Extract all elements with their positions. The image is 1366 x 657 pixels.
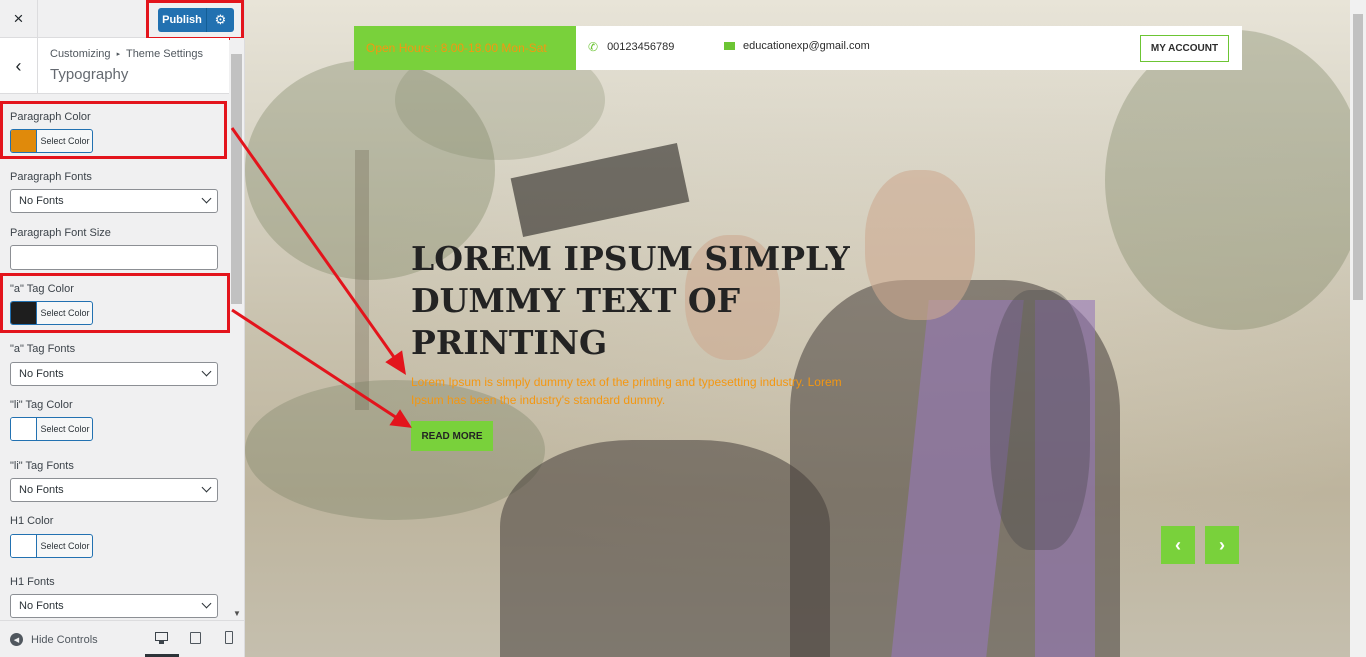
scroll-down-arrow-icon[interactable]: ▼ xyxy=(233,609,241,618)
chevron-down-icon xyxy=(201,193,212,204)
breadcrumb-root: Customizing xyxy=(50,48,111,60)
chevron-down-icon xyxy=(201,366,212,377)
slider-next-button[interactable]: › xyxy=(1205,526,1239,564)
h1-fonts-value: No Fonts xyxy=(19,600,64,612)
customizer-sidebar: × Publish ⚙ ‹ Customizing ▸ Theme Settin… xyxy=(0,0,245,657)
h1-color-label: H1 Color xyxy=(10,515,54,527)
li-tag-color-picker[interactable]: Select Color xyxy=(10,417,93,441)
breadcrumb: Customizing ▸ Theme Settings xyxy=(50,48,203,60)
hero-paragraph: Lorem Ipsum is simply dummy text of the … xyxy=(411,375,842,407)
paragraph-color-annotation-box xyxy=(0,101,227,159)
customizer-footer: ◀ Hide Controls xyxy=(0,620,244,657)
phone-icon: ✆ xyxy=(588,40,599,54)
preview-scroll-thumb[interactable] xyxy=(1353,14,1363,300)
top-info-bar: Open Hours : 8.00-18.00 Mon-Sat ✆ 001234… xyxy=(354,26,1242,70)
h1-fonts-select[interactable]: No Fonts xyxy=(10,594,218,618)
back-button[interactable]: ‹ xyxy=(0,38,38,94)
paragraph-font-size-input[interactable] xyxy=(10,245,218,270)
publish-annotation-box: Publish ⚙ xyxy=(146,0,244,40)
chevron-down-icon xyxy=(201,598,212,609)
sidebar-scroll-thumb[interactable] xyxy=(231,54,242,304)
h1-fonts-label: H1 Fonts xyxy=(10,576,55,588)
paragraph-fonts-label: Paragraph Fonts xyxy=(10,171,92,183)
li-tag-color-swatch xyxy=(11,418,37,440)
a-tag-color-annotation-box xyxy=(0,273,230,333)
hide-controls-label: Hide Controls xyxy=(31,633,98,646)
paragraph-fonts-value: No Fonts xyxy=(19,195,64,207)
li-tag-fonts-select[interactable]: No Fonts xyxy=(10,478,218,502)
a-tag-fonts-value: No Fonts xyxy=(19,368,64,380)
select-color-label: Select Color xyxy=(40,424,90,434)
hero-title: LOREM IPSUM SIMPLY DUMMY TEXT OF PRINTIN… xyxy=(411,239,850,362)
publish-settings-gear-icon[interactable]: ⚙ xyxy=(206,8,234,32)
select-color-label: Select Color xyxy=(40,541,90,551)
a-tag-fonts-select[interactable]: No Fonts xyxy=(10,362,218,386)
slider-prev-button[interactable]: ‹ xyxy=(1161,526,1195,564)
li-tag-color-label: "li" Tag Color xyxy=(10,399,73,411)
customizer-header: × Publish ⚙ xyxy=(0,0,244,40)
open-hours: Open Hours : 8.00-18.00 Mon-Sat xyxy=(354,26,576,70)
my-account-button[interactable]: MY ACCOUNT xyxy=(1140,35,1229,62)
li-tag-fonts-value: No Fonts xyxy=(19,484,64,496)
phone-number: 00123456789 xyxy=(607,41,675,53)
sidebar-scrollbar[interactable]: ▼ xyxy=(230,38,244,620)
collapse-arrow-icon: ◀ xyxy=(10,633,23,646)
a-tag-fonts-label: "a" Tag Fonts xyxy=(10,343,76,355)
paragraph-fonts-select[interactable]: No Fonts xyxy=(10,189,218,213)
phone-contact[interactable]: ✆ 00123456789 xyxy=(588,40,674,54)
email-address: educationexp@gmail.com xyxy=(743,40,870,52)
section-header: ‹ Customizing ▸ Theme Settings Typograph… xyxy=(0,38,229,94)
h1-color-picker[interactable]: Select Color xyxy=(10,534,93,558)
read-more-button[interactable]: READ MORE xyxy=(411,421,493,451)
email-contact[interactable]: educationexp@gmail.com xyxy=(724,40,870,52)
close-customizer-button[interactable]: × xyxy=(0,0,38,38)
tablet-preview-icon[interactable] xyxy=(189,631,203,645)
section-title: Typography xyxy=(50,66,129,83)
publish-button[interactable]: Publish xyxy=(158,8,206,32)
preview-scrollbar[interactable] xyxy=(1350,0,1366,657)
li-tag-fonts-label: "li" Tag Fonts xyxy=(10,460,74,472)
breadcrumb-parent: Theme Settings xyxy=(125,48,204,60)
hide-controls-button[interactable]: ◀ Hide Controls xyxy=(10,633,98,646)
site-preview: Open Hours : 8.00-18.00 Mon-Sat ✆ 001234… xyxy=(245,0,1366,657)
breadcrumb-separator-icon: ▸ xyxy=(116,51,121,58)
paragraph-font-size-label: Paragraph Font Size xyxy=(10,227,111,239)
desktop-preview-icon[interactable] xyxy=(155,631,169,645)
mobile-preview-icon[interactable] xyxy=(223,631,237,645)
chevron-down-icon xyxy=(201,482,212,493)
h1-color-swatch xyxy=(11,535,37,557)
envelope-icon xyxy=(724,42,735,50)
